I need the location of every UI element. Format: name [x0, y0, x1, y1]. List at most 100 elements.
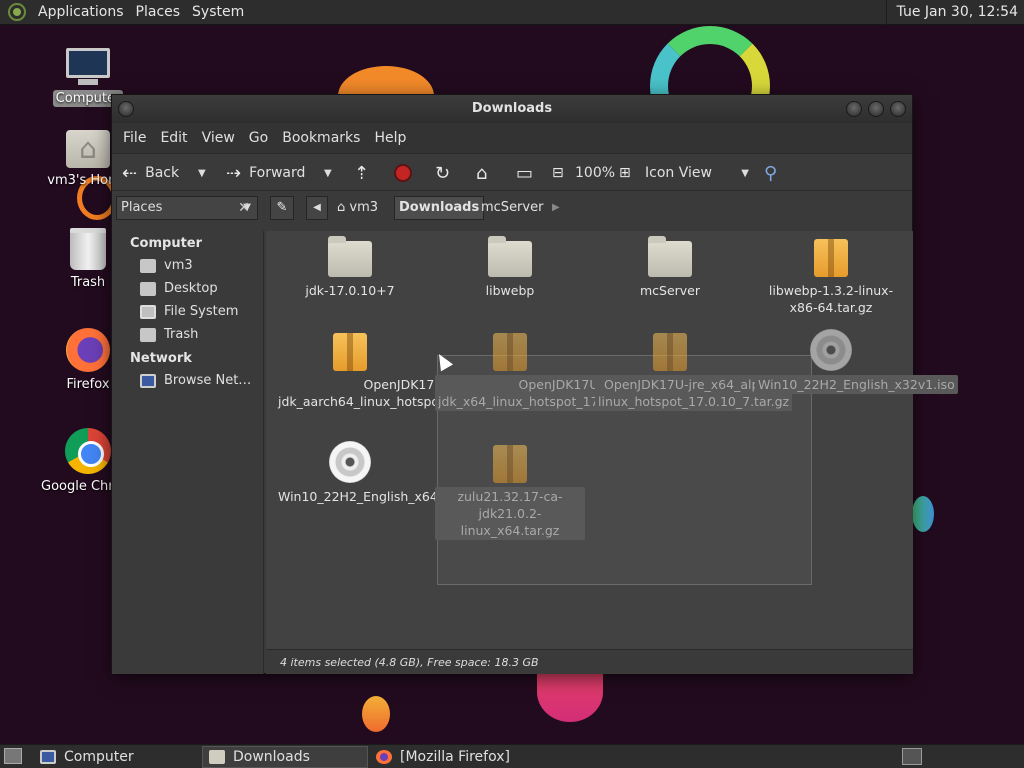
- menu-help[interactable]: Help: [367, 130, 413, 146]
- reload-button[interactable]: ↻: [435, 154, 458, 192]
- sidebar-item-label: vm3: [164, 258, 193, 273]
- task-computer[interactable]: Computer: [34, 746, 198, 768]
- task-label: [Mozilla Firefox]: [400, 749, 510, 765]
- file-item[interactable]: Win10_22H2_English_x32v1.iso: [755, 329, 958, 394]
- zoom-level-label: 100%: [575, 165, 616, 181]
- sidebar-type-label: Places: [121, 200, 163, 215]
- file-item[interactable]: mcServer: [595, 236, 745, 300]
- task-label: Computer: [64, 749, 134, 765]
- file-item[interactable]: Win10_22H2_English_x64v1.iso: [275, 441, 475, 506]
- file-icon-view[interactable]: jdk-17.0.10+7 libwebp mcServer libwebp-1…: [266, 231, 958, 649]
- file-item[interactable]: OpenJDK17U-jdk_aarch64_linux_hotspot_17.…: [275, 333, 533, 411]
- top-panel: Applications Places System Tue Jan 30, 1…: [0, 0, 1024, 25]
- archive-icon: [814, 239, 848, 277]
- forward-button[interactable]: ⇢ Forward: [226, 154, 305, 192]
- titlebar[interactable]: Downloads: [112, 95, 912, 123]
- menu-edit[interactable]: Edit: [153, 130, 194, 146]
- distro-logo-icon[interactable]: [8, 3, 26, 21]
- computer-button[interactable]: ▭: [516, 154, 541, 192]
- folder-icon: [328, 236, 372, 277]
- breadcrumb-scroll-left[interactable]: ◀: [306, 196, 328, 220]
- wallpaper-shape: [912, 496, 934, 532]
- up-button[interactable]: ⇡: [354, 154, 377, 192]
- sidebar-item-file-system[interactable]: File System: [112, 300, 263, 323]
- desktop-icon-label: Trash: [70, 275, 106, 290]
- task-firefox[interactable]: [Mozilla Firefox]: [370, 746, 550, 768]
- file-name: Win10_22H2_English_x32v1.iso: [755, 375, 958, 394]
- sidebar-item-label: File System: [164, 304, 239, 319]
- maximize-button[interactable]: [868, 101, 884, 117]
- drive-icon: [140, 304, 156, 319]
- window-title: Downloads: [471, 101, 553, 116]
- sidebar-item-label: Trash: [164, 327, 199, 342]
- sidebar-header-computer: Computer: [130, 236, 203, 251]
- file-item[interactable]: zulu21.32.17-ca-jdk21.0.2-linux_x64.tar.…: [435, 445, 585, 540]
- toolbar: ⇠ Back ▼ ⇢ Forward ▼ ⇡ ↻ ⌂ ▭ ⊟ 100% ⊞ Ic…: [112, 153, 912, 191]
- applications-menu[interactable]: Applications: [32, 0, 130, 25]
- menu-file[interactable]: File: [116, 130, 153, 146]
- forward-history-dropdown[interactable]: ▼: [324, 154, 332, 192]
- file-name: libwebp-1.3.2-linux-x86-64.tar.gz: [768, 283, 894, 315]
- back-button[interactable]: ⇠ Back: [122, 154, 179, 192]
- show-desktop-icon[interactable]: [4, 748, 22, 764]
- close-button[interactable]: [890, 101, 906, 117]
- sidebar-item-label: Desktop: [164, 281, 218, 296]
- breadcrumb-mcserver[interactable]: mcServer: [476, 196, 548, 220]
- stop-button[interactable]: [394, 154, 412, 192]
- stop-icon: [394, 164, 412, 182]
- file-item[interactable]: OpenJDK17U-jdk_x64_linux_hotspot_17.0.10…: [435, 333, 687, 411]
- sidebar-item-trash[interactable]: Trash: [112, 323, 263, 346]
- chevron-right-icon[interactable]: ▶: [552, 196, 560, 220]
- home-folder-icon: [66, 130, 110, 168]
- zoom-in-button[interactable]: ⊞: [619, 154, 639, 192]
- back-history-dropdown[interactable]: ▼: [198, 154, 206, 192]
- file-name: jdk-17.0.10+7: [305, 283, 395, 298]
- breadcrumb-label: Downloads: [399, 200, 480, 215]
- zoom-level[interactable]: 100%: [575, 154, 615, 192]
- sidebar-item-label: Browse Net…: [164, 373, 252, 388]
- back-arrow-icon: ⇠: [122, 162, 138, 184]
- menu-view[interactable]: View: [195, 130, 242, 146]
- breadcrumb-vm3[interactable]: ⌂ vm3: [332, 196, 383, 220]
- zoom-out-icon: ⊟: [552, 165, 564, 181]
- file-item[interactable]: libwebp-1.3.2-linux-x86-64.tar.gz: [755, 239, 907, 317]
- clock[interactable]: Tue Jan 30, 12:54: [885, 0, 1018, 25]
- zoom-out-button[interactable]: ⊟: [552, 154, 572, 192]
- places-menu[interactable]: Places: [130, 0, 187, 25]
- system-menu[interactable]: System: [186, 0, 250, 25]
- desktop-folder-icon: [140, 281, 156, 296]
- folder-icon: [209, 750, 225, 764]
- breadcrumb-downloads[interactable]: Downloads: [394, 196, 485, 220]
- bottom-panel: Computer Downloads [Mozilla Firefox]: [0, 744, 1024, 768]
- home-folder-icon: [140, 258, 156, 273]
- task-downloads[interactable]: Downloads: [202, 746, 368, 768]
- status-bar: 4 items selected (4.8 GB), Free space: 1…: [266, 649, 913, 674]
- menu-go[interactable]: Go: [242, 130, 275, 146]
- file-item[interactable]: libwebp: [435, 236, 585, 300]
- forward-arrow-icon: ⇢: [226, 162, 242, 184]
- sidebar-item-vm3[interactable]: vm3: [112, 254, 263, 277]
- firefox-icon: [66, 328, 110, 372]
- archive-icon: [493, 333, 527, 371]
- file-item[interactable]: OpenJDK17U-jre_x64_alpine-linux_hotspot_…: [595, 333, 793, 411]
- file-name: libwebp: [485, 283, 535, 298]
- computer-icon: [64, 46, 112, 86]
- workspace-switcher[interactable]: [902, 748, 922, 765]
- file-item[interactable]: jdk-17.0.10+7: [275, 236, 425, 300]
- file-manager-window: Downloads File Edit View Go Bookmarks He…: [111, 94, 958, 674]
- close-sidebar-icon[interactable]: ✕: [234, 197, 254, 219]
- up-arrow-icon: ⇡: [354, 162, 370, 184]
- search-button[interactable]: ⚲: [764, 154, 785, 192]
- minimize-button[interactable]: [846, 101, 862, 117]
- menu-bookmarks[interactable]: Bookmarks: [275, 130, 367, 146]
- view-mode-select[interactable]: Icon View ▼: [645, 154, 749, 192]
- edit-location-button[interactable]: ✎: [270, 196, 294, 220]
- sidebar-item-desktop[interactable]: Desktop: [112, 277, 263, 300]
- archive-icon: [653, 333, 687, 371]
- home-button[interactable]: ⌂: [476, 154, 495, 192]
- chevron-down-icon: ▼: [198, 167, 206, 179]
- network-icon: [140, 373, 156, 388]
- window-menu-button[interactable]: [118, 101, 134, 117]
- sidebar-item-browse-network[interactable]: Browse Net…: [112, 369, 263, 392]
- wallpaper-shape: [362, 696, 390, 732]
